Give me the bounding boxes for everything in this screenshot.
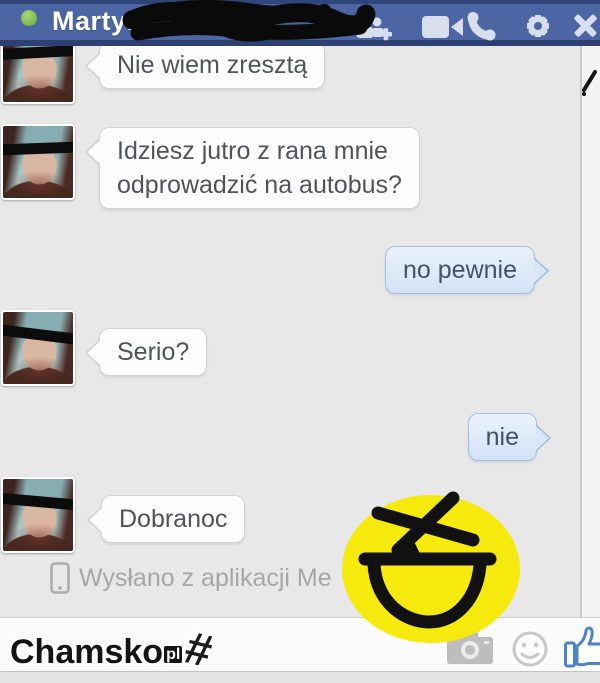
contact-avatar[interactable]	[1, 124, 75, 200]
avatar-photo	[3, 479, 73, 551]
close-icon[interactable]	[572, 12, 599, 39]
watermark-brand: Chamsko	[10, 633, 163, 672]
incoming-message-bubble: Dobranoc	[101, 495, 245, 543]
chamsko-watermark: Chamsko pl #	[10, 622, 212, 672]
watermark-tld: pl	[162, 644, 184, 665]
incoming-message-bubble: Nie wiem zresztą	[99, 41, 325, 89]
contact-avatar[interactable]	[1, 477, 75, 553]
thumbs-up-icon[interactable]	[563, 624, 600, 675]
outgoing-message-bubble: nie	[468, 413, 537, 461]
online-status-dot	[21, 10, 37, 26]
contact-avatar[interactable]	[1, 310, 75, 386]
sent-from-app-status: Wysłano z aplikacji Me	[50, 562, 332, 594]
settings-gear-icon[interactable]	[523, 11, 553, 41]
pen-mark	[580, 56, 600, 96]
incoming-message-bubble: Idziesz jutro z rana mnie odprowadzić na…	[99, 127, 420, 209]
footer-strip	[0, 671, 600, 683]
scrollbar-track[interactable]	[580, 46, 600, 617]
status-text: Wysłano z aplikacji Me	[79, 564, 332, 593]
chat-header: Martyna	[0, 0, 600, 46]
avatar-photo	[3, 312, 73, 384]
mobile-phone-icon	[50, 562, 70, 594]
phone-call-icon[interactable]	[466, 11, 496, 41]
incoming-message-bubble: Serio?	[99, 328, 207, 376]
video-call-icon[interactable]	[422, 15, 464, 39]
laughing-smiley-sticker	[341, 487, 527, 645]
avatar-photo	[3, 126, 73, 198]
chat-window: Martyna	[0, 0, 600, 683]
outgoing-message-bubble: no pewnie	[385, 246, 535, 294]
censor-scribble	[120, 0, 378, 46]
